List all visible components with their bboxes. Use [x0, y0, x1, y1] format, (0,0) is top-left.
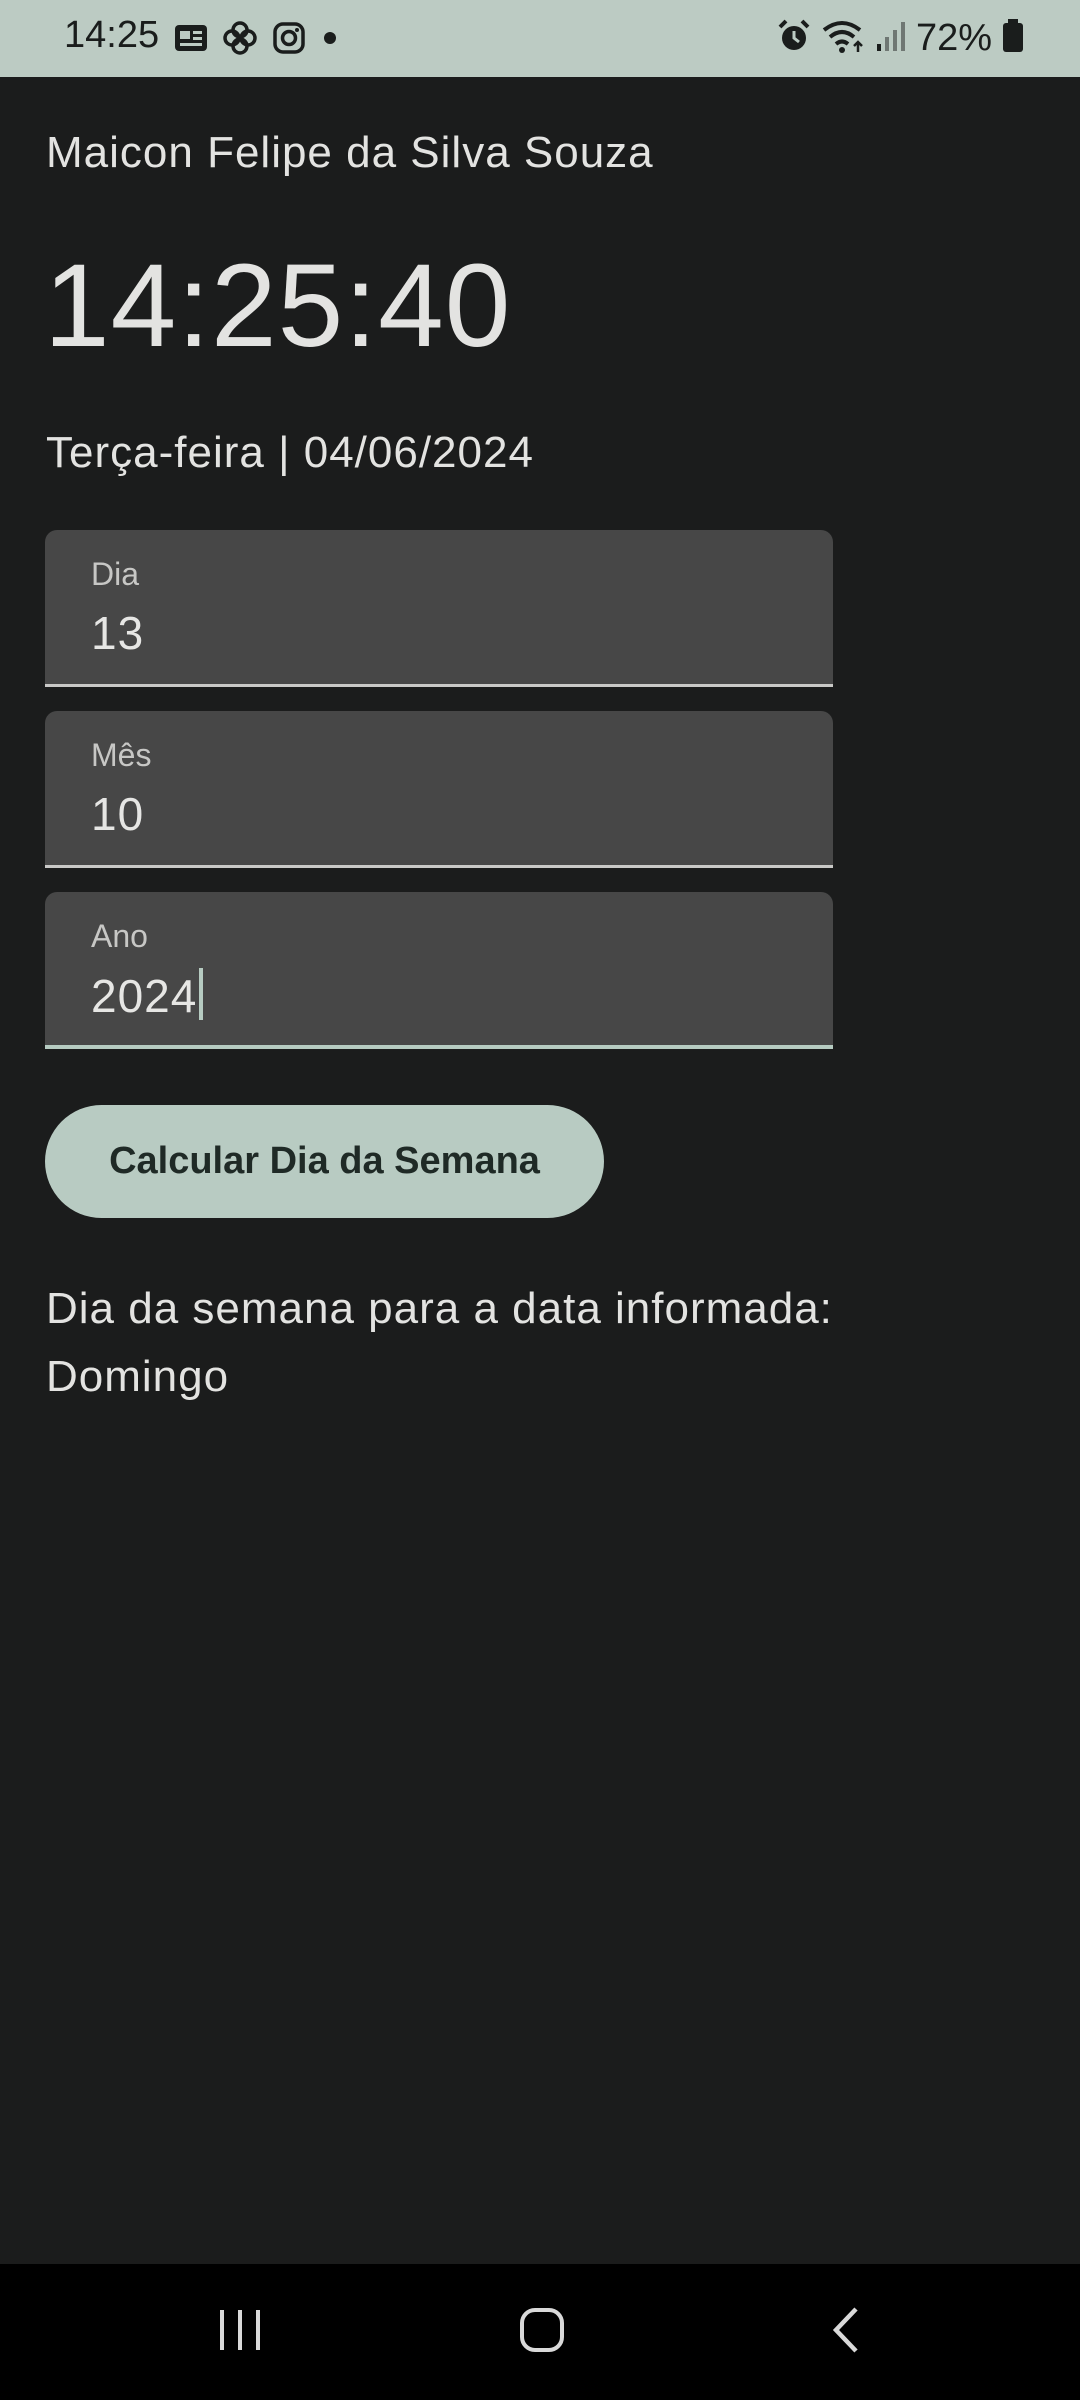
year-field-label: Ano	[91, 918, 148, 954]
calculate-weekday-button[interactable]: Calcular Dia da Semana	[45, 1105, 604, 1218]
result-weekday: Domingo	[46, 1352, 230, 1401]
recent-apps-button[interactable]	[185, 2292, 295, 2372]
wifi-icon	[822, 18, 866, 59]
owner-name: Maicon Felipe da Silva Souza	[46, 128, 654, 177]
signal-icon	[876, 20, 906, 57]
back-button[interactable]	[790, 2292, 900, 2372]
text-cursor	[199, 968, 204, 1020]
month-field[interactable]: Mês 10	[45, 711, 833, 868]
home-button[interactable]	[487, 2292, 597, 2372]
status-time: 14:25	[64, 14, 160, 56]
digital-clock: 14:25:40	[44, 240, 512, 372]
day-field[interactable]: Dia 13	[45, 530, 833, 687]
year-input-wrapper[interactable]: 2024	[91, 968, 204, 1023]
system-status: 72%	[776, 17, 1024, 60]
navigation-bar	[0, 2264, 1080, 2400]
status-bar: 14:25 72%	[0, 0, 1080, 77]
current-date: Terça-feira | 04/06/2024	[46, 428, 534, 477]
recent-apps-icon	[217, 2307, 263, 2358]
battery-percent: 72%	[915, 17, 992, 59]
home-icon	[518, 2306, 566, 2359]
instagram-icon	[272, 21, 306, 55]
year-field[interactable]: Ano 2024	[45, 892, 833, 1049]
more-dot-icon	[320, 28, 340, 48]
result-text: Dia da semana para a data informada: Dom…	[46, 1275, 1026, 1411]
result-prefix: Dia da semana para a data informada:	[46, 1284, 833, 1333]
pinwheel-icon	[222, 20, 258, 56]
year-input[interactable]: 2024	[91, 970, 197, 1022]
notification-icons	[174, 20, 340, 56]
alarm-icon	[776, 18, 812, 59]
news-icon	[174, 23, 208, 53]
back-icon	[828, 2305, 862, 2360]
day-field-label: Dia	[91, 556, 140, 592]
day-input[interactable]: 13	[91, 606, 144, 660]
battery-icon	[1002, 19, 1024, 58]
month-field-label: Mês	[91, 737, 152, 773]
month-input[interactable]: 10	[91, 787, 144, 841]
